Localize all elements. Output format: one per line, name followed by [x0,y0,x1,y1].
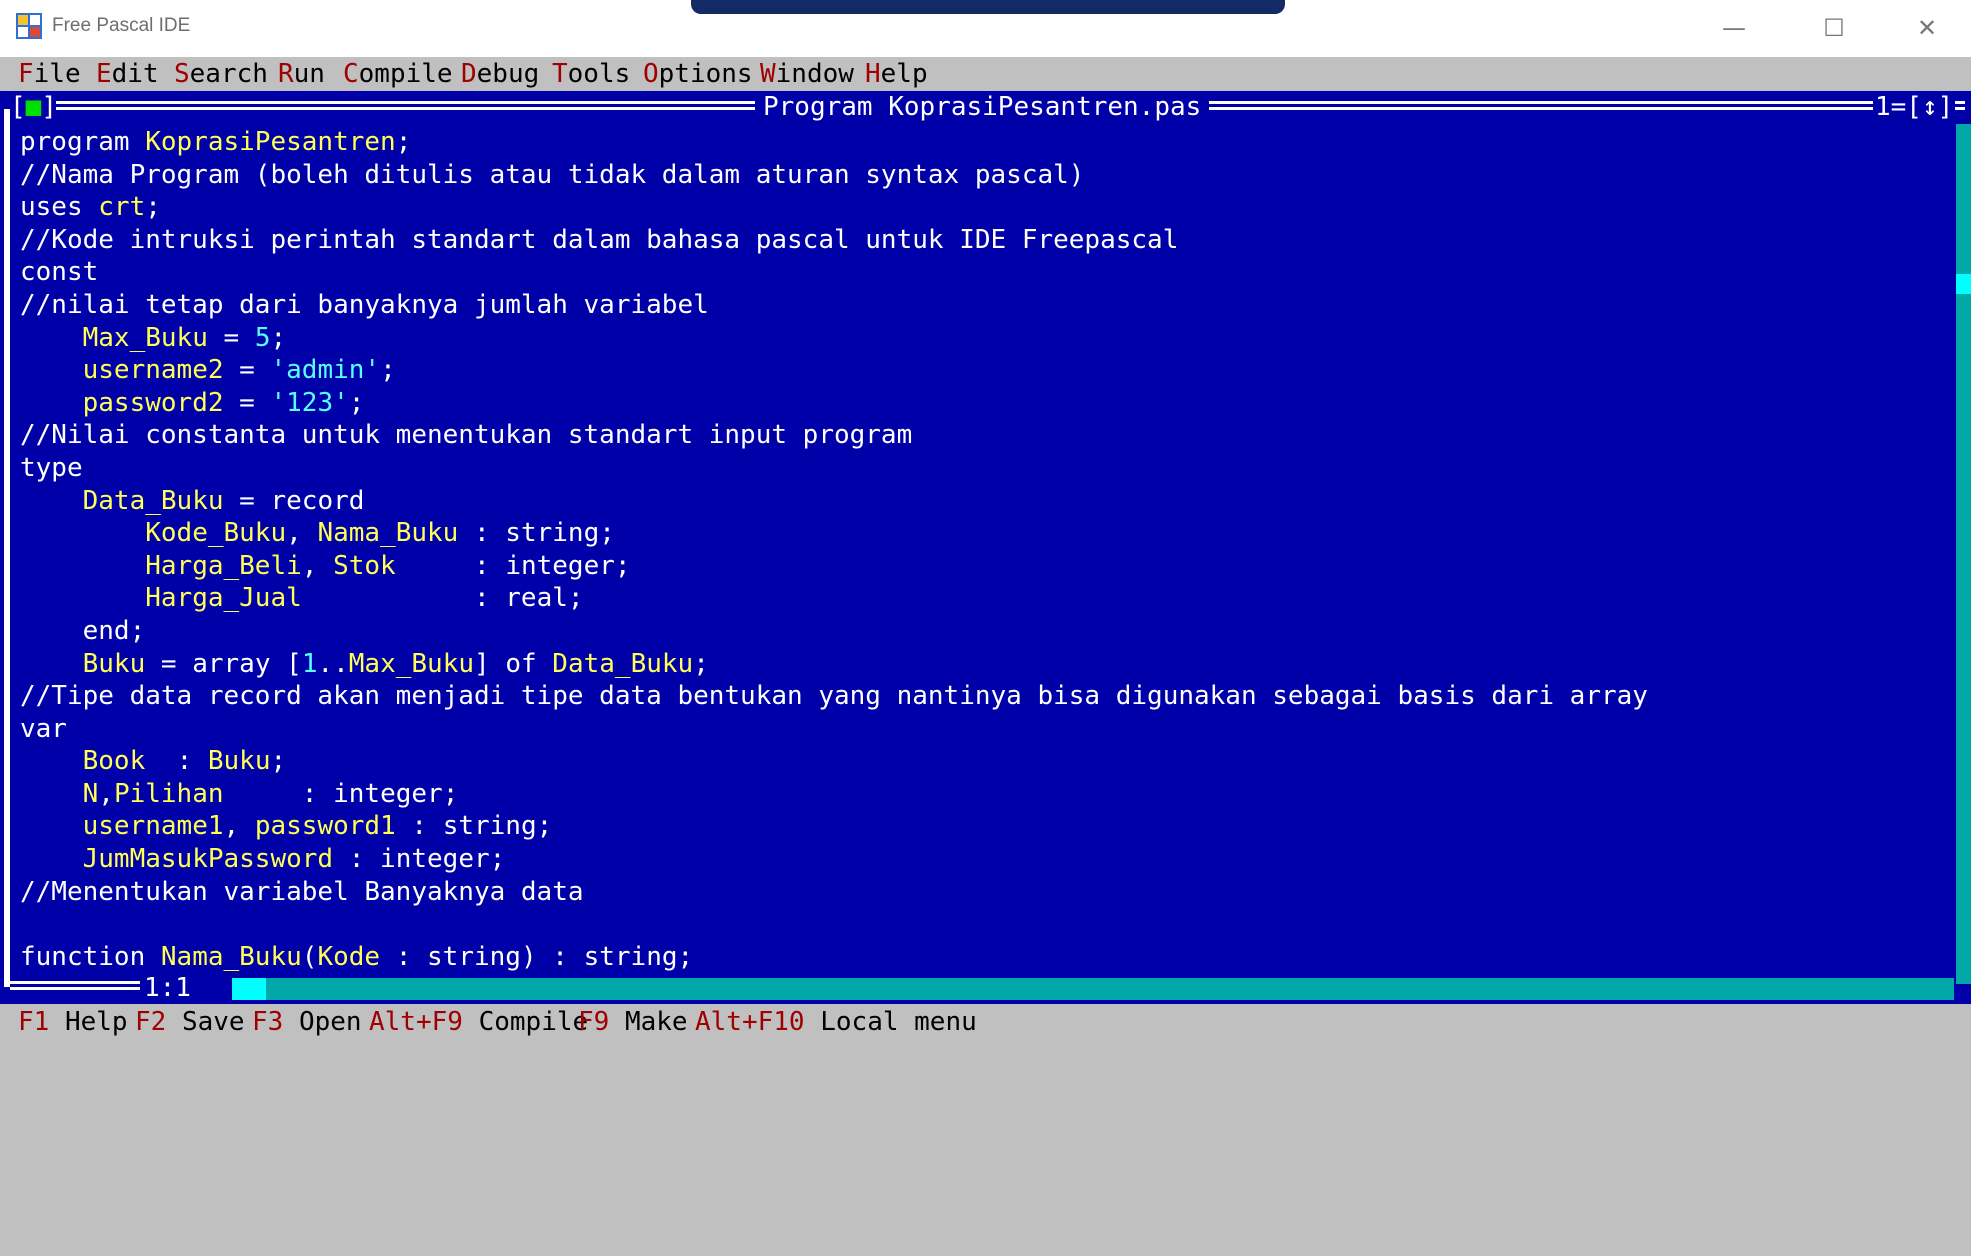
code-line[interactable]: Data_Buku = record [20,485,1945,518]
code-line[interactable]: N,Pilihan : integer; [20,778,1945,811]
code-line[interactable]: Max_Buku = 5; [20,322,1945,355]
code-line[interactable]: Kode_Buku, Nama_Buku : string; [20,517,1945,550]
code-line[interactable]: type [20,452,1945,485]
horizontal-scrollbar[interactable] [232,978,1954,1000]
code-line[interactable]: program KoprasiPesantren; [20,126,1945,159]
title-bar: Free Pascal IDE — ☐ ✕ [0,0,1971,57]
cursor-position: 1:1 [140,973,195,1003]
close-window-button[interactable]: ✕ [1903,8,1951,48]
menu-debug[interactable]: Debug [461,57,539,91]
menu-options[interactable]: Options [643,57,753,91]
code-line[interactable]: function Nama_Buku(Kode : string) : stri… [20,941,1945,974]
editor-frame-bottom: 1:1 [0,973,1971,1003]
menu-file[interactable]: File [18,57,81,91]
menu-help[interactable]: Help [865,57,928,91]
code-line[interactable]: //Menentukan variabel Banyaknya data [20,876,1945,909]
vertical-scroll-thumb[interactable] [1956,274,1971,294]
maximize-button[interactable]: ☐ [1810,8,1858,48]
code-line[interactable]: username1, password1 : string; [20,810,1945,843]
status-help[interactable]: F1 Help [18,1004,128,1040]
menu-run[interactable]: Run [278,57,325,91]
status-compile[interactable]: Alt+F9 Compile [369,1004,588,1040]
horizontal-scroll-thumb[interactable] [232,978,266,1000]
window-close-box[interactable]: [■] [10,91,57,124]
code-line[interactable] [20,908,1945,941]
editor-frame-top: [■] Program KoprasiPesantren.pas 1=[↕] [0,91,1971,124]
menu-window[interactable]: Window [760,57,854,91]
status-bar: F1 Help F2 Save F3 Open Alt+F9 Compile F… [0,1004,1971,1040]
frame-left-border [4,109,10,987]
code-line[interactable]: Harga_Jual : real; [20,582,1945,615]
code-line[interactable]: Buku = array [1..Max_Buku] of Data_Buku; [20,648,1945,681]
status-open[interactable]: F3 Open [252,1004,362,1040]
code-line[interactable]: //Nama Program (boleh ditulis atau tidak… [20,159,1945,192]
code-line[interactable]: //Nilai constanta untuk menentukan stand… [20,419,1945,452]
code-line[interactable]: JumMasukPassword : integer; [20,843,1945,876]
frame-double-line [10,981,140,990]
menu-compile[interactable]: Compile [343,57,453,91]
code-editor[interactable]: program KoprasiPesantren;//Nama Program … [20,126,1945,974]
window-number[interactable]: 1=[↕] [1873,91,1956,124]
window-title: Free Pascal IDE [52,15,191,36]
code-line[interactable]: var [20,713,1945,746]
editor-window: [■] Program KoprasiPesantren.pas 1=[↕] p… [0,91,1971,1004]
code-line[interactable]: end; [20,615,1945,648]
menu-search[interactable]: Search [174,57,268,91]
status-local-menu[interactable]: Alt+F10 Local menu [695,1004,977,1040]
code-line[interactable]: //nilai tetap dari banyaknya jumlah vari… [20,289,1945,322]
code-line[interactable]: password2 = '123'; [20,387,1945,420]
editor-title: Program KoprasiPesantren.pas [755,91,1210,124]
menu-bar: File Edit Search Run Compile Debug Tools… [0,57,1971,91]
code-line[interactable]: const [20,256,1945,289]
code-line[interactable]: uses crt; [20,191,1945,224]
code-line[interactable]: Book : Buku; [20,745,1945,778]
menu-edit[interactable]: Edit [96,57,159,91]
menu-tools[interactable]: Tools [552,57,630,91]
code-line[interactable]: //Kode intruksi perintah standart dalam … [20,224,1945,257]
status-save[interactable]: F2 Save [135,1004,245,1040]
status-make[interactable]: F9 Make [578,1004,688,1040]
code-line[interactable]: //Tipe data record akan menjadi tipe dat… [20,680,1945,713]
title-decoration [691,0,1285,14]
code-line[interactable]: Harga_Beli, Stok : integer; [20,550,1945,583]
code-line[interactable]: username2 = 'admin'; [20,354,1945,387]
minimize-button[interactable]: — [1710,8,1758,48]
vertical-scrollbar[interactable] [1956,124,1971,984]
free-pascal-icon [16,13,42,39]
